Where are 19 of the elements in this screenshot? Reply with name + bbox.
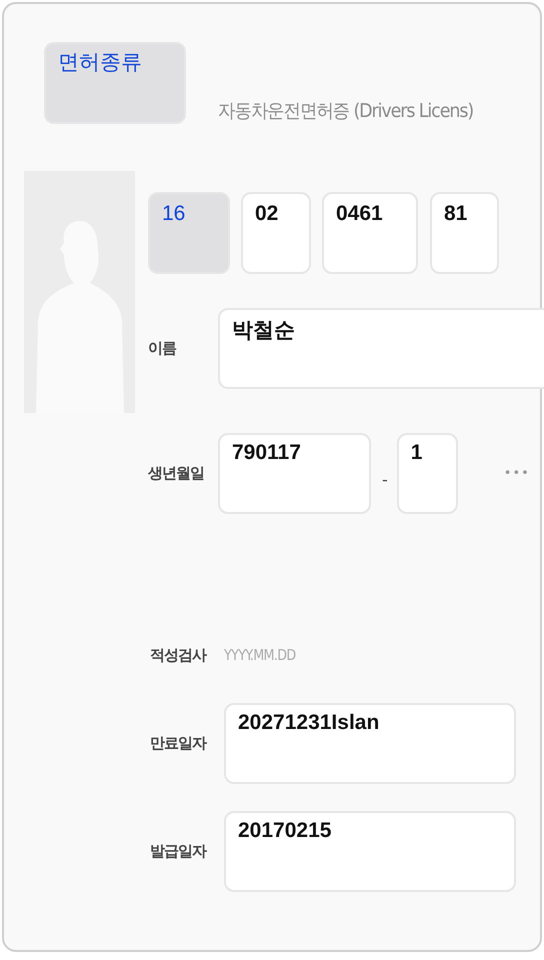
license-number-field[interactable]: 02: [241, 192, 311, 274]
license-number-field[interactable]: 0461: [322, 192, 418, 274]
expiry-date-field[interactable]: 20271231Islan: [224, 703, 516, 784]
birth-label: 생년월일: [148, 464, 205, 483]
separator: -: [382, 470, 388, 489]
masked-digits: •••: [504, 466, 530, 481]
license-number-field[interactable]: 16: [148, 192, 230, 274]
birth-date-field[interactable]: 790117: [218, 433, 371, 514]
aptitude-test-date: YYYY.MM.DD: [224, 646, 296, 664]
aptitude-test-label: 적성검사: [150, 646, 208, 664]
expiry-label: 만료일자: [150, 734, 208, 753]
issue-label: 발급일자: [150, 842, 208, 861]
license-title: 자동차운전면허증 (Drivers Licens): [218, 99, 474, 124]
gender-digit-field[interactable]: 1: [396, 433, 458, 514]
name-label: 이름: [148, 339, 178, 358]
issue-date-field[interactable]: 20170215: [224, 811, 516, 892]
name-field[interactable]: 박철순: [218, 308, 544, 389]
license-type-field[interactable]: 면허종류: [44, 42, 186, 124]
license-number-field[interactable]: 81: [430, 192, 499, 274]
